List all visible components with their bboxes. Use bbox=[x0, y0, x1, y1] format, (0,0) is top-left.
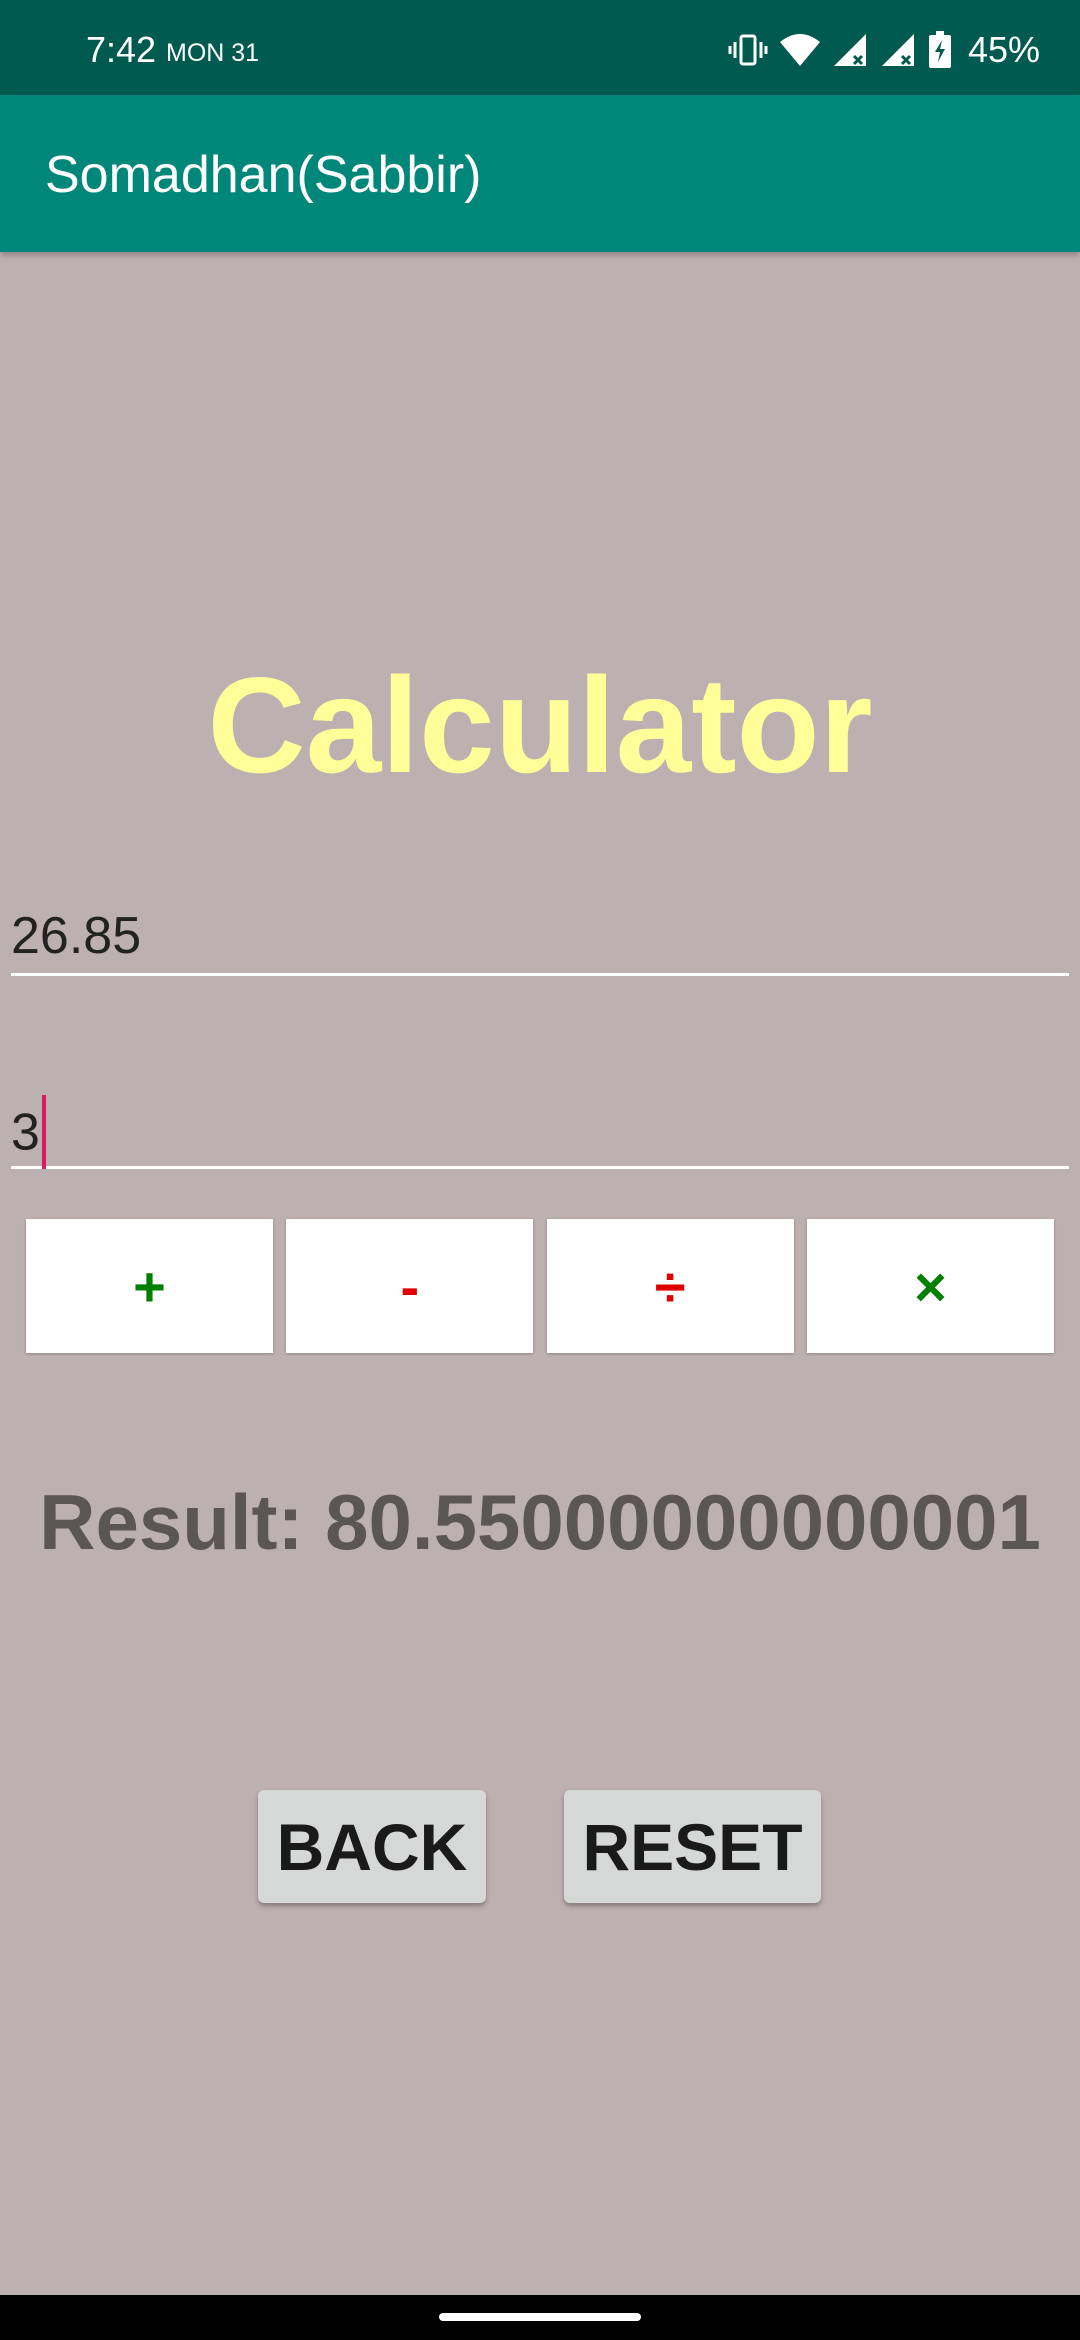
vibrate-icon bbox=[728, 32, 768, 68]
result-text: Result: 80.55000000000001 bbox=[39, 1478, 1041, 1566]
first-number-input[interactable]: 26.85 bbox=[11, 896, 1069, 976]
signal-icon bbox=[880, 32, 918, 68]
back-label: BACK bbox=[276, 1809, 468, 1884]
signal-icon bbox=[832, 32, 870, 68]
second-number-text: 3 bbox=[11, 1095, 46, 1173]
second-number-value: 3 bbox=[11, 1103, 40, 1162]
reset-label: RESET bbox=[582, 1809, 803, 1884]
app-bar: Somadhan(Sabbir) bbox=[0, 95, 1080, 252]
battery-percent: 45% bbox=[967, 29, 1040, 70]
status-icons: 45% bbox=[728, 22, 1040, 78]
subtract-button[interactable]: - bbox=[286, 1219, 534, 1353]
home-handle[interactable] bbox=[439, 2313, 641, 2321]
app-title: Somadhan(Sabbir) bbox=[45, 146, 482, 204]
back-button[interactable]: BACK bbox=[258, 1790, 486, 1903]
calculator-heading: Calculator bbox=[207, 649, 873, 801]
multiply-button[interactable]: × bbox=[806, 1219, 1054, 1353]
divide-button[interactable]: ÷ bbox=[546, 1219, 794, 1353]
battery-charging-icon bbox=[928, 31, 952, 69]
add-button[interactable]: + bbox=[26, 1219, 273, 1353]
reset-button[interactable]: RESET bbox=[564, 1790, 821, 1903]
second-number-input[interactable]: 3 bbox=[11, 1089, 1069, 1169]
status-time: 7:42 bbox=[86, 29, 157, 70]
divide-label: ÷ bbox=[654, 1254, 686, 1318]
subtract-label: - bbox=[400, 1254, 420, 1318]
text-cursor bbox=[41, 1095, 46, 1169]
operation-buttons: + - ÷ × bbox=[26, 1219, 1054, 1353]
navigation-bar bbox=[0, 2295, 1080, 2340]
status-day: MON 31 bbox=[166, 39, 260, 67]
first-number-value: 26.85 bbox=[11, 907, 142, 965]
status-bar: 7:42 MON 31 45% bbox=[0, 0, 1080, 95]
add-label: + bbox=[133, 1254, 166, 1318]
multiply-label: × bbox=[914, 1254, 947, 1318]
wifi-icon bbox=[778, 32, 822, 68]
